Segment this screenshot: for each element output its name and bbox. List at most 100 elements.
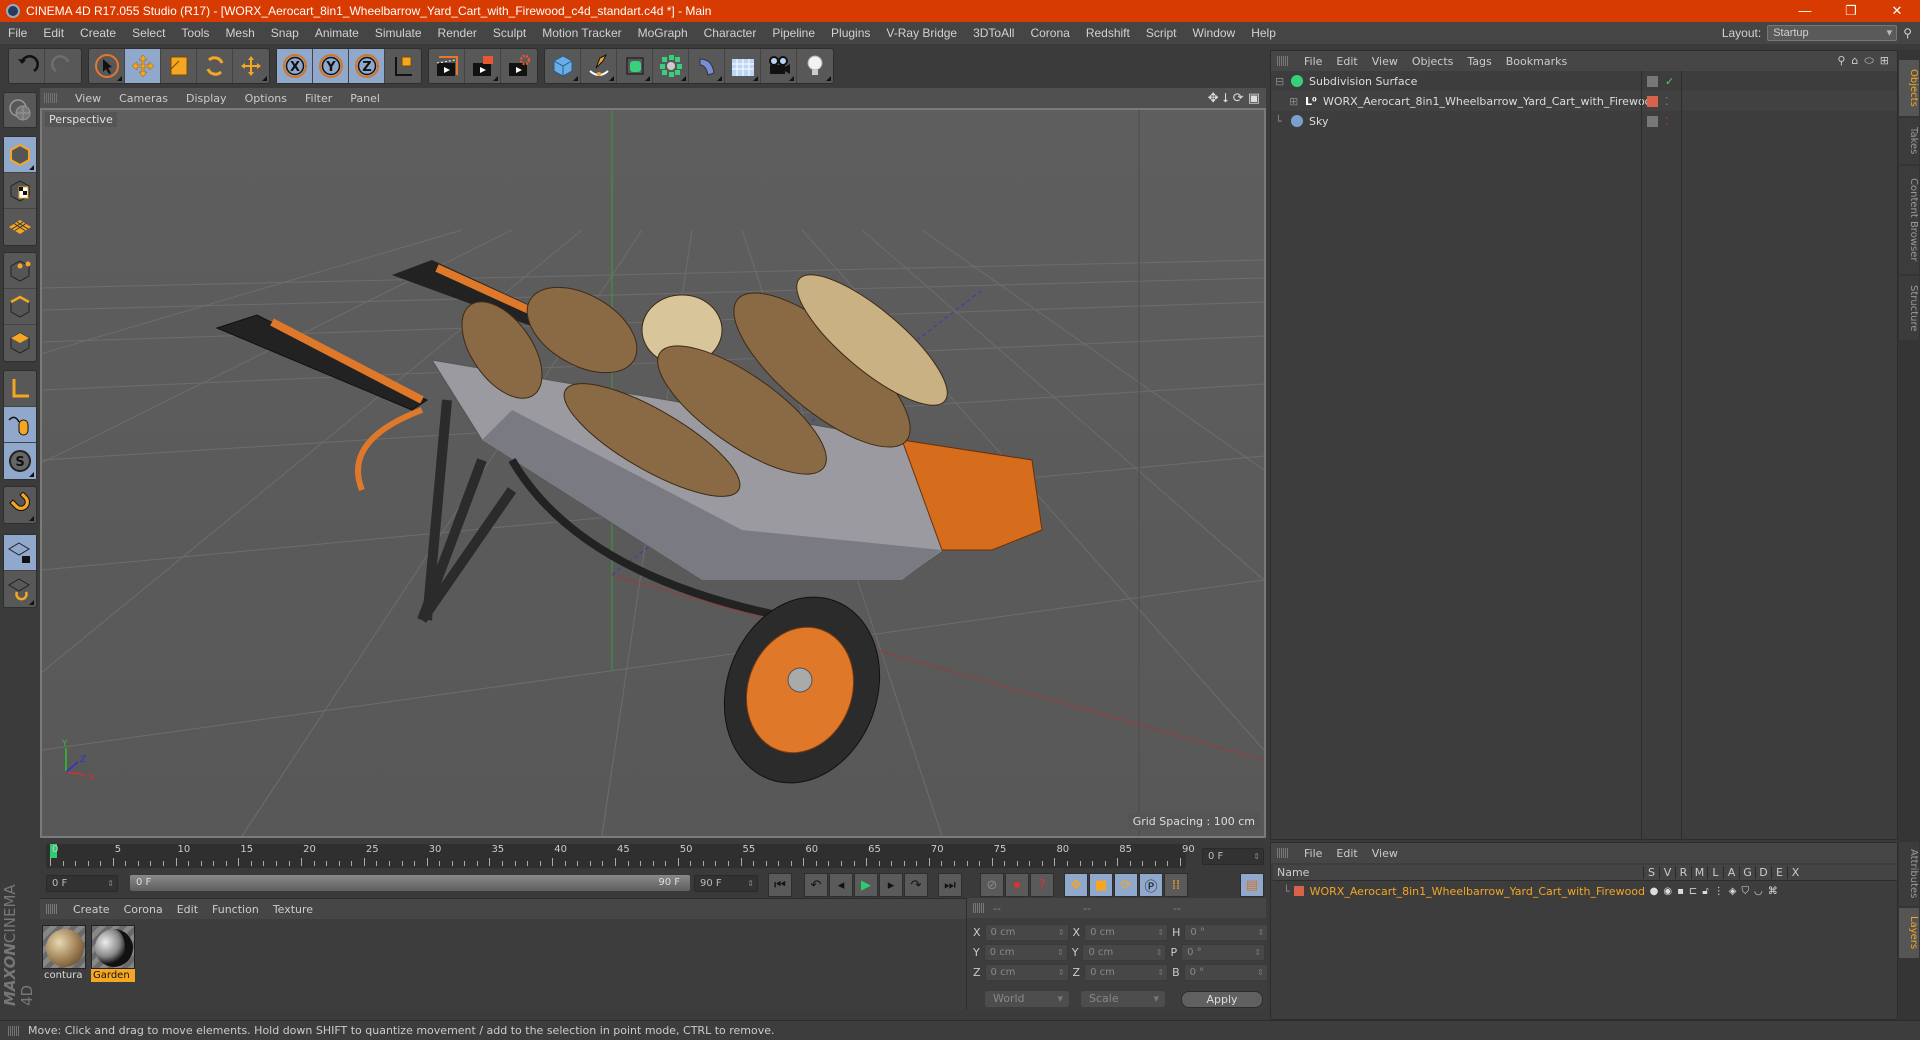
objects-menu-file[interactable]: File: [1297, 55, 1329, 68]
collapse-icon[interactable]: ⊟: [1275, 75, 1289, 88]
object-row[interactable]: ⊞ L⁰ WORX_Aerocart_8in1_Wheelbarrow_Yard…: [1271, 91, 1897, 111]
size-x-field[interactable]: 0 cm: [1084, 924, 1169, 941]
object-row[interactable]: ⊟ Subdivision Surface ✓: [1271, 71, 1897, 91]
visibility-dots[interactable]: ⁚: [1665, 95, 1669, 108]
editor-visibility-toggle[interactable]: [1647, 75, 1658, 87]
texture-mode-button[interactable]: [4, 173, 36, 209]
add-floor-button[interactable]: [725, 49, 761, 83]
menu-create[interactable]: Create: [72, 26, 124, 40]
key-scale-button[interactable]: ■: [1089, 873, 1113, 897]
manager-toggle-icon[interactable]: ⊏: [1689, 886, 1697, 897]
panel-grip-icon[interactable]: [973, 903, 985, 913]
add-light-button[interactable]: [797, 49, 833, 83]
menu-motion-tracker[interactable]: Motion Tracker: [534, 26, 629, 40]
editor-visibility-toggle[interactable]: [1647, 115, 1658, 127]
menu-render[interactable]: Render: [430, 26, 485, 40]
object-row[interactable]: └ Sky ⁚: [1271, 111, 1897, 131]
close-button[interactable]: ✕: [1874, 3, 1920, 19]
go-to-end-button[interactable]: ⏭: [938, 873, 962, 897]
position-z-field[interactable]: 0 cm: [984, 964, 1069, 981]
objects-menu-bookmarks[interactable]: Bookmarks: [1499, 55, 1574, 68]
viewport-menu-options[interactable]: Options: [236, 92, 296, 105]
play-button[interactable]: ▶: [854, 873, 878, 897]
material-menu-create[interactable]: Create: [66, 903, 117, 916]
visible-toggle-icon[interactable]: ◉: [1663, 886, 1672, 897]
menu-mograph[interactable]: MoGraph: [630, 26, 696, 40]
viewport-menu-filter[interactable]: Filter: [296, 92, 341, 105]
add-cube-button[interactable]: [545, 49, 581, 83]
coordinate-space-select[interactable]: World: [985, 991, 1069, 1007]
timeline-ruler[interactable]: 0 5 10 15 20 25 30 35 40 45 50 55 60 65 70 75 80 85 90: [46, 844, 1195, 868]
material-menu-edit[interactable]: Edit: [170, 903, 205, 916]
menu-tools[interactable]: Tools: [173, 26, 217, 40]
minimize-button[interactable]: —: [1782, 3, 1828, 19]
panel-grip-icon[interactable]: [8, 1025, 20, 1036]
menu-simulate[interactable]: Simulate: [367, 26, 430, 40]
lock-workplane-button[interactable]: [4, 535, 36, 571]
search-icon[interactable]: ⚲: [1903, 26, 1912, 40]
move-tool-button[interactable]: [125, 49, 161, 83]
next-frame-button[interactable]: ▸: [879, 873, 903, 897]
add-subdivision-button[interactable]: [617, 49, 653, 83]
render-settings-button[interactable]: [501, 49, 537, 83]
autokey-button[interactable]: ⏺: [1005, 873, 1029, 897]
menu-window[interactable]: Window: [1185, 26, 1244, 40]
workplane-align-button[interactable]: [4, 571, 36, 607]
maximize-view-icon[interactable]: ▣: [1248, 91, 1260, 106]
objects-menu-objects[interactable]: Objects: [1405, 55, 1461, 68]
redo-button[interactable]: [45, 49, 81, 83]
expressions-toggle-icon[interactable]: ◡: [1754, 886, 1763, 897]
objects-menu-view[interactable]: View: [1365, 55, 1405, 68]
layer-color-swatch[interactable]: [1647, 95, 1658, 107]
menu-plugins[interactable]: Plugins: [823, 26, 878, 40]
solo-mode-button[interactable]: S: [4, 443, 36, 479]
previous-frame-button[interactable]: ◂: [829, 873, 853, 897]
menu-redshift[interactable]: Redshift: [1078, 26, 1138, 40]
coordinate-system-button[interactable]: [385, 49, 421, 83]
material-item[interactable]: Garden: [91, 925, 135, 982]
position-x-field[interactable]: 0 cm: [984, 924, 1069, 941]
material-menu-function[interactable]: Function: [205, 903, 266, 916]
restore-button[interactable]: ❐: [1828, 3, 1874, 19]
x-axis-lock-button[interactable]: X: [277, 49, 313, 83]
menu-3dtoall[interactable]: 3DToAll: [965, 26, 1022, 40]
viewport-menu-view[interactable]: View: [66, 92, 110, 105]
z-axis-lock-button[interactable]: Z: [349, 49, 385, 83]
new-window-icon[interactable]: ⊞: [1880, 54, 1889, 68]
rotation-b-field[interactable]: 0 °: [1183, 964, 1268, 981]
layers-menu-file[interactable]: File: [1297, 847, 1329, 860]
frame-range-slider[interactable]: 0 F 90 F: [130, 875, 690, 891]
menu-script[interactable]: Script: [1138, 26, 1185, 40]
current-frame-field[interactable]: 0 F: [1202, 848, 1264, 865]
coordinate-mode-select[interactable]: Scale: [1081, 991, 1165, 1007]
position-y-field[interactable]: 0 cm: [983, 944, 1068, 961]
menu-character[interactable]: Character: [696, 26, 765, 40]
menu-snap[interactable]: Snap: [263, 26, 307, 40]
tab-takes[interactable]: Takes: [1899, 118, 1919, 164]
polygons-mode-button[interactable]: [4, 325, 36, 361]
material-menu-corona[interactable]: Corona: [117, 903, 170, 916]
perspective-viewport[interactable]: Y X Z Perspective Grid Spacing : 100 cm: [40, 108, 1266, 838]
layers-menu-view[interactable]: View: [1365, 847, 1405, 860]
menu-pipeline[interactable]: Pipeline: [764, 26, 823, 40]
panel-grip-icon[interactable]: [1277, 848, 1289, 858]
viewport-menu-display[interactable]: Display: [177, 92, 236, 105]
panel-grip-icon[interactable]: [46, 904, 58, 914]
key-parameter-button[interactable]: Ⓟ: [1139, 873, 1163, 897]
start-frame-field[interactable]: 0 F: [46, 875, 118, 892]
render-picture-viewer-button[interactable]: [465, 49, 501, 83]
generators-toggle-icon[interactable]: ◈: [1729, 886, 1737, 897]
y-axis-lock-button[interactable]: Y: [313, 49, 349, 83]
orbit-view-icon[interactable]: ⟳: [1233, 91, 1244, 106]
tab-attributes[interactable]: Attributes: [1899, 842, 1919, 906]
tab-objects[interactable]: Objects: [1899, 60, 1919, 116]
apply-button[interactable]: Apply: [1181, 991, 1263, 1008]
expand-icon[interactable]: ⊞: [1289, 95, 1303, 108]
material-menu-texture[interactable]: Texture: [266, 903, 320, 916]
rotation-p-field[interactable]: 0 °: [1181, 944, 1266, 961]
menu-select[interactable]: Select: [124, 26, 173, 40]
dolly-view-icon[interactable]: ⭣: [1223, 91, 1229, 106]
menu-help[interactable]: Help: [1243, 26, 1284, 40]
add-spline-button[interactable]: [581, 49, 617, 83]
menu-corona[interactable]: Corona: [1022, 26, 1077, 40]
